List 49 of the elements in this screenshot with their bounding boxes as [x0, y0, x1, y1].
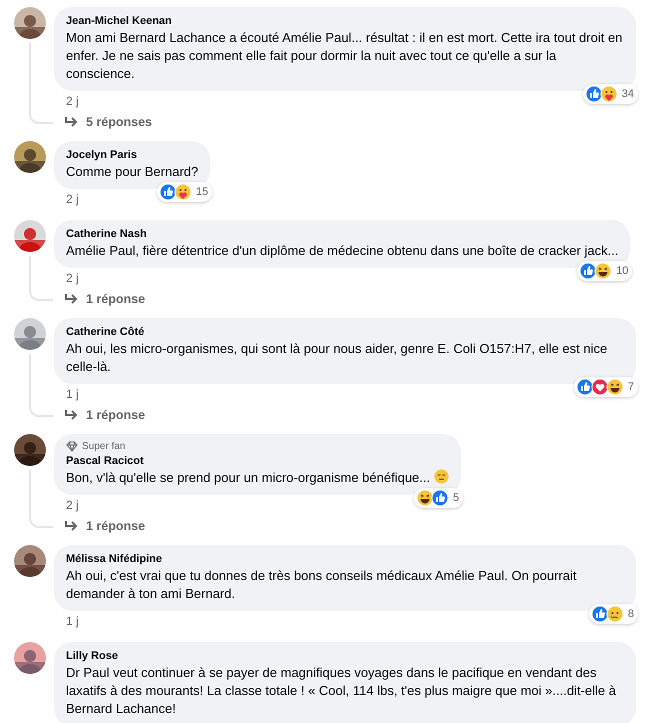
comment-text: Ah oui, les micro-organismes, qui sont là pour nous aider, genre E. Coli O157:H7, elle est nice celle-là. [66, 341, 608, 374]
thumbs-up-icon [431, 489, 449, 507]
thumbs-up-icon [584, 85, 603, 103]
sad-emoji-icon [606, 605, 624, 623]
author-name[interactable]: Lilly Rose [66, 649, 624, 664]
timestamp[interactable]: 2 j [54, 91, 79, 108]
reply-arrow-icon [64, 293, 78, 305]
timestamp[interactable]: 2 j [54, 189, 79, 206]
author-name[interactable]: Pascal Racicot [66, 454, 450, 469]
reply-arrow-icon [64, 409, 78, 421]
view-replies-link[interactable]: 5 réponses [54, 110, 152, 129]
author-name[interactable]: Jocelyn Paris [66, 148, 198, 163]
author-name[interactable]: Jean-Michel Keenan [66, 14, 624, 29]
thumbs-up-icon [579, 262, 598, 280]
laughing-emoji-icon [594, 262, 612, 280]
comment-text: Amélie Paul, fière détentrice d'un diplôme de médecine obtenu dans une boîte de cracker jack... [66, 243, 618, 258]
comment-text: Comme pour Bernard? [66, 164, 198, 179]
author-name[interactable]: Catherine Nash [66, 227, 618, 242]
comment-text: Mon ami Bernard Lachance a écouté Amélie Paul... résultat : il en est mort. Cette ira tout droit en enfer. Je ne sais pas comment elle fait pour dormir la nuit avec tout ce qu'elle a sur la conscience. [66, 30, 622, 81]
timestamp[interactable]: 1 j [54, 384, 79, 401]
reaction-summary[interactable]: 8 [588, 604, 638, 624]
diamond-icon [66, 441, 78, 452]
reply-arrow-icon [64, 520, 78, 532]
reaction-summary[interactable]: 5 [414, 488, 464, 508]
reply-arrow-icon [64, 116, 78, 128]
timestamp[interactable]: 2 j [54, 268, 79, 285]
hug-emoji-icon [174, 183, 192, 201]
reaction-summary[interactable]: 10 [577, 261, 632, 281]
view-replies-link[interactable]: 1 réponse [54, 514, 146, 533]
thumbs-up-icon [576, 378, 594, 396]
thumbs-up-icon [158, 183, 177, 201]
reaction-summary[interactable]: 34 [582, 84, 638, 104]
reaction-summary[interactable]: 7 [574, 377, 638, 397]
comment-text: Dr Paul veut continuer à se payer de magnifiques voyages dans le pacifique en vendant des laxatifs à des mourants! La classe totale ! « Cool, 114 lbs, t'es plus maigre que moi »....dit-elle à Bernard Lachance! [66, 665, 616, 716]
author-name[interactable]: Catherine Côté [66, 325, 624, 340]
view-replies-link[interactable]: 1 réponse [54, 287, 146, 306]
expressionless-emoji-icon [434, 469, 450, 484]
hug-emoji-icon [600, 85, 618, 103]
author-name[interactable]: Mélissa Nifédipine [66, 552, 624, 567]
laughing-emoji-icon [416, 489, 434, 507]
comment-text: Ah oui, c'est vrai que tu donnes de très bons conseils médicaux Amélie Paul. On pourrait demander à ton ami Bernard. [66, 568, 576, 601]
reaction-summary[interactable]: 15 [156, 182, 212, 202]
thumbs-up-icon [590, 605, 609, 623]
laughing-emoji-icon [606, 378, 624, 396]
view-replies-link[interactable]: 1 réponse [54, 403, 146, 422]
badge-label: Super fan [82, 441, 126, 452]
comment-text: Bon, v'là qu'elle se prend pour un micro-organisme bénéfique... [66, 470, 430, 485]
timestamp[interactable]: 1 j [54, 611, 79, 628]
timestamp[interactable]: 2 j [54, 495, 79, 512]
